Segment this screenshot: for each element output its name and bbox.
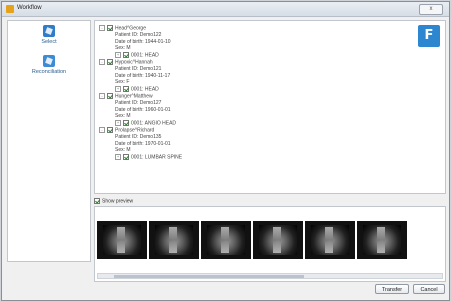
checkbox[interactable] bbox=[123, 154, 129, 161]
tree-node-info: Patient ID: Demo127 bbox=[99, 100, 182, 107]
preview-panel bbox=[94, 206, 446, 282]
patient-name: Hunger^Matthew bbox=[115, 93, 153, 100]
checkbox[interactable] bbox=[123, 86, 129, 93]
tree-node-series[interactable]: +0001: HEAD bbox=[99, 52, 182, 59]
preview-thumbnail[interactable] bbox=[201, 221, 251, 259]
patient-dob: Date of birth: 1970-01-01 bbox=[115, 140, 171, 147]
tree-node-patient[interactable]: - Hunger^Matthew bbox=[99, 92, 182, 100]
checkbox[interactable] bbox=[94, 198, 100, 204]
select-icon bbox=[43, 25, 55, 37]
tree-node-patient[interactable]: - Prolapse^Richard bbox=[99, 126, 182, 134]
tree-node-series[interactable]: +0001: HEAD bbox=[99, 86, 182, 93]
patient-name: Prolapse^Richard bbox=[115, 127, 155, 134]
expand-icon[interactable]: + bbox=[115, 154, 121, 161]
checkbox[interactable] bbox=[107, 92, 113, 99]
preview-thumbnail[interactable] bbox=[305, 221, 355, 259]
cancel-button[interactable]: Cancel bbox=[413, 284, 445, 294]
title-bar: Workflow x bbox=[2, 2, 449, 17]
reconciliation-icon bbox=[43, 55, 55, 67]
close-button[interactable]: x bbox=[419, 4, 443, 15]
workflow-sidebar: Select Reconciliation bbox=[7, 20, 91, 262]
step-badge: F bbox=[418, 25, 440, 47]
tree-node-info: Sex: M bbox=[99, 113, 182, 120]
series-label: 0001: LUMBAR SPINE bbox=[131, 154, 183, 161]
patient-dob: Date of birth: 1940-11-17 bbox=[115, 72, 171, 79]
checkbox[interactable] bbox=[107, 25, 113, 31]
sidebar-item-label: Select bbox=[41, 39, 57, 45]
patient-dob: Date of birth: 1960-01-01 bbox=[115, 106, 171, 113]
checkbox[interactable] bbox=[123, 52, 129, 59]
tree-node-info: Patient ID: Demo122 bbox=[99, 32, 182, 39]
preview-thumbnail[interactable] bbox=[357, 221, 407, 259]
tree-node-patient[interactable]: - Hypoxic^Hannah bbox=[99, 58, 182, 66]
collapse-icon[interactable]: - bbox=[99, 25, 105, 31]
checkbox[interactable] bbox=[107, 58, 113, 65]
scrollbar-thumb[interactable] bbox=[114, 275, 304, 278]
preview-thumbnail[interactable] bbox=[97, 221, 147, 259]
horizontal-scrollbar[interactable] bbox=[97, 273, 443, 279]
window-title: Workflow bbox=[17, 5, 42, 11]
patient-tree: - Head^George Patient ID: Demo122 Date of… bbox=[99, 25, 182, 161]
patient-name: Head^George bbox=[115, 25, 146, 32]
patient-id: Patient ID: Demo127 bbox=[115, 99, 162, 106]
preview-thumbnail[interactable] bbox=[253, 221, 303, 259]
patient-sex: Sex: M bbox=[115, 147, 131, 154]
show-preview-toggle[interactable]: Show preview bbox=[94, 198, 133, 204]
thumbnail-strip bbox=[97, 221, 407, 259]
tree-node-info: Patient ID: Demo121 bbox=[99, 66, 182, 73]
patient-sex: Sex: M bbox=[115, 113, 131, 120]
patient-id: Patient ID: Demo122 bbox=[115, 31, 162, 38]
app-icon bbox=[6, 5, 14, 13]
series-label: 0001: ANGIO HEAD bbox=[131, 120, 177, 127]
expand-icon[interactable]: + bbox=[115, 86, 121, 93]
show-preview-label: Show preview bbox=[102, 198, 134, 205]
collapse-icon[interactable]: - bbox=[99, 92, 105, 99]
patient-id: Patient ID: Demo135 bbox=[115, 133, 162, 140]
expand-icon[interactable]: + bbox=[115, 52, 121, 59]
tree-node-info: Date of birth: 1960-01-01 bbox=[99, 107, 182, 114]
tree-node-info: Date of birth: 1970-01-01 bbox=[99, 141, 182, 148]
expand-icon[interactable]: + bbox=[115, 120, 121, 127]
tree-node-info: Sex: F bbox=[99, 79, 182, 86]
collapse-icon[interactable]: - bbox=[99, 126, 105, 133]
tree-node-series[interactable]: +0001: LUMBAR SPINE bbox=[99, 154, 182, 161]
collapse-icon[interactable]: - bbox=[99, 58, 105, 65]
tree-node-info: Date of birth: 1940-11-17 bbox=[99, 73, 182, 80]
patient-id: Patient ID: Demo121 bbox=[115, 65, 162, 72]
patient-sex: Sex: F bbox=[115, 79, 130, 86]
sidebar-item-reconciliation[interactable]: Reconciliation bbox=[8, 55, 90, 75]
tree-node-info: Date of birth: 1944-01-10 bbox=[99, 39, 182, 46]
tree-node-info: Sex: M bbox=[99, 45, 182, 52]
preview-thumbnail[interactable] bbox=[149, 221, 199, 259]
workflow-window: Workflow x Select Reconciliation F - Head… bbox=[1, 1, 450, 301]
sidebar-item-label: Reconciliation bbox=[31, 69, 67, 75]
series-label: 0001: HEAD bbox=[131, 86, 159, 93]
patient-name: Hypoxic^Hannah bbox=[115, 59, 153, 66]
patient-sex: Sex: M bbox=[115, 45, 131, 52]
tree-node-series[interactable]: +0001: ANGIO HEAD bbox=[99, 120, 182, 127]
tree-node-patient[interactable]: - Head^George bbox=[99, 25, 182, 32]
checkbox[interactable] bbox=[123, 120, 129, 127]
sidebar-item-select[interactable]: Select bbox=[8, 25, 90, 45]
tree-node-info: Patient ID: Demo135 bbox=[99, 134, 182, 141]
patient-dob: Date of birth: 1944-01-10 bbox=[115, 38, 171, 45]
tree-node-info: Sex: M bbox=[99, 147, 182, 154]
transfer-button[interactable]: Transfer bbox=[375, 284, 409, 294]
series-label: 0001: HEAD bbox=[131, 52, 159, 59]
patient-tree-panel: F - Head^George Patient ID: Demo122 Date … bbox=[94, 20, 446, 194]
checkbox[interactable] bbox=[107, 126, 113, 133]
